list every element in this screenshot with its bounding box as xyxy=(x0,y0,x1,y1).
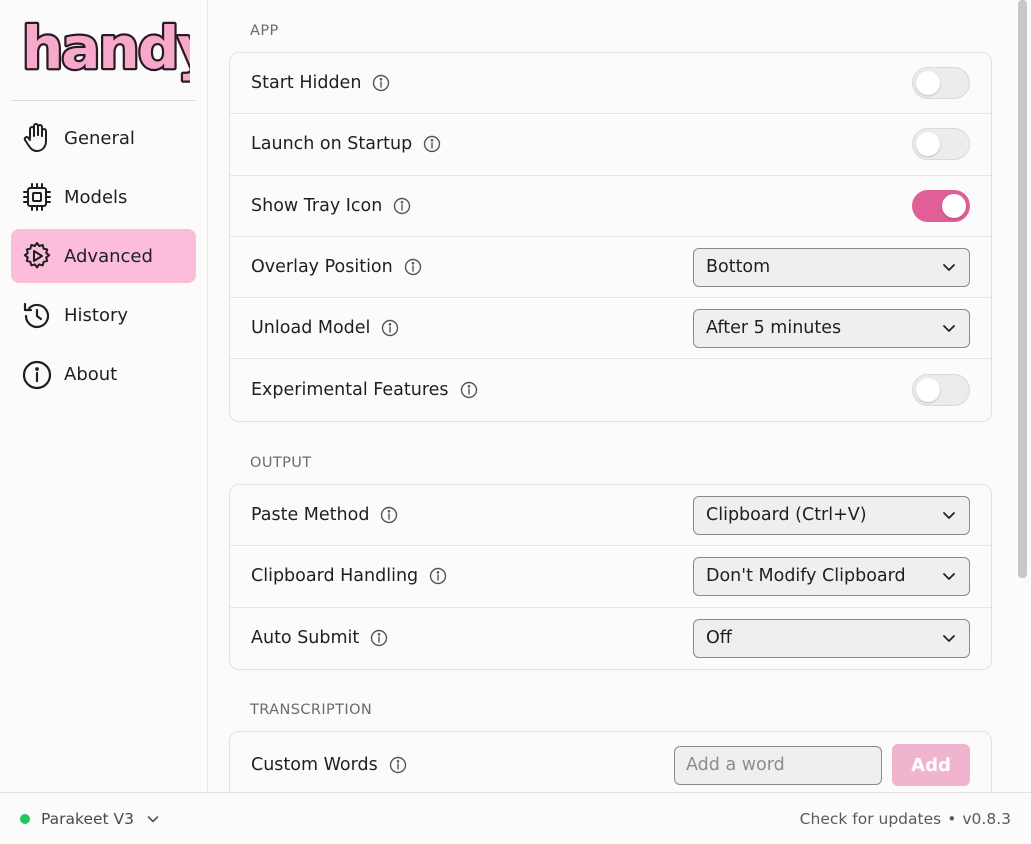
sidebar-item-about[interactable]: About xyxy=(11,348,196,402)
launch-on-startup-toggle[interactable] xyxy=(912,128,970,161)
footer-bar: Parakeet V3 Check for updates • v0.8.3 xyxy=(0,792,1031,844)
info-icon[interactable] xyxy=(392,196,412,216)
select-value: Clipboard (Ctrl+V) xyxy=(706,505,867,526)
chevron-down-icon xyxy=(941,507,957,523)
app-version: v0.8.3 xyxy=(962,809,1011,828)
setting-label: Show Tray Icon xyxy=(251,195,383,216)
info-icon[interactable] xyxy=(369,628,389,648)
toggle-knob xyxy=(942,193,966,218)
setting-auto-submit: Auto Submit Off xyxy=(230,608,991,669)
chevron-down-icon xyxy=(941,320,957,336)
section-title-app: APP xyxy=(250,23,279,39)
info-icon[interactable] xyxy=(380,318,400,338)
select-value: After 5 minutes xyxy=(706,318,842,339)
toggle-knob xyxy=(916,71,940,96)
setting-unload-model: Unload Model After 5 minutes xyxy=(230,298,991,360)
unload-model-select[interactable]: After 5 minutes xyxy=(693,308,970,348)
sidebar-item-label: General xyxy=(64,127,135,149)
info-icon[interactable] xyxy=(428,566,448,586)
footer-separator: • xyxy=(947,809,957,828)
setting-label: Overlay Position xyxy=(251,257,393,278)
setting-overlay-position: Overlay Position Bottom xyxy=(230,237,991,299)
chevron-down-icon xyxy=(941,259,957,275)
info-icon[interactable] xyxy=(379,505,399,525)
sidebar: handy General Mod xyxy=(0,0,208,792)
setting-label: Custom Words xyxy=(251,755,378,775)
setting-experimental-features: Experimental Features xyxy=(230,359,991,420)
gear-play-icon xyxy=(21,240,53,272)
setting-start-hidden: Start Hidden xyxy=(230,53,991,115)
select-value: Off xyxy=(706,628,732,649)
experimental-features-toggle[interactable] xyxy=(912,374,970,407)
sidebar-item-label: History xyxy=(64,305,129,327)
setting-label: Clipboard Handling xyxy=(251,566,419,587)
svg-text:handy: handy xyxy=(22,14,190,82)
sidebar-item-general[interactable]: General xyxy=(11,111,196,165)
start-hidden-toggle[interactable] xyxy=(912,67,970,100)
toggle-knob xyxy=(916,132,940,157)
add-word-button[interactable]: Add xyxy=(892,744,970,786)
hand-icon xyxy=(21,122,53,154)
select-value: Don't Modify Clipboard xyxy=(706,566,906,587)
chevron-down-icon xyxy=(941,568,957,584)
select-value: Bottom xyxy=(706,257,771,278)
scrollbar-thumb[interactable] xyxy=(1018,0,1027,578)
overlay-position-select[interactable]: Bottom xyxy=(693,247,970,287)
setting-label: Launch on Startup xyxy=(251,134,413,155)
setting-clipboard-handling: Clipboard Handling Don't Modify Clipboar… xyxy=(230,546,991,608)
info-icon[interactable] xyxy=(422,134,442,154)
chip-icon xyxy=(21,181,53,213)
app-logo: handy xyxy=(18,12,190,88)
setting-launch-on-startup: Launch on Startup xyxy=(230,114,991,176)
info-icon xyxy=(21,359,53,391)
sidebar-item-label: Advanced xyxy=(64,245,153,267)
sidebar-nav: General Models Advanced History About xyxy=(11,111,196,407)
show-tray-icon-toggle[interactable] xyxy=(912,189,970,222)
info-icon[interactable] xyxy=(371,73,391,93)
chevron-down-icon[interactable] xyxy=(146,812,160,826)
section-title-transcription: TRANSCRIPTION xyxy=(250,702,373,718)
history-icon xyxy=(21,300,53,332)
setting-label: Experimental Features xyxy=(251,380,449,401)
setting-label: Unload Model xyxy=(251,318,371,339)
paste-method-select[interactable]: Clipboard (Ctrl+V) xyxy=(693,495,970,535)
clipboard-handling-select[interactable]: Don't Modify Clipboard xyxy=(693,556,970,596)
app-settings-card: Start Hidden Launch on Startup Show Tray… xyxy=(229,52,992,422)
info-icon[interactable] xyxy=(388,755,408,775)
sidebar-item-history[interactable]: History xyxy=(11,289,196,343)
check-updates-link[interactable]: Check for updates xyxy=(800,810,942,828)
output-settings-card: Paste Method Clipboard (Ctrl+V) Clipboar… xyxy=(229,484,992,670)
section-title-output: OUTPUT xyxy=(250,455,312,471)
transcription-settings-card: Custom Words Add xyxy=(229,731,992,792)
setting-label: Paste Method xyxy=(251,505,370,526)
footer-right: Check for updates • v0.8.3 xyxy=(800,810,1011,828)
info-icon[interactable] xyxy=(459,380,479,400)
settings-content: APP Start Hidden Launch on Startup Show … xyxy=(209,0,1017,792)
sidebar-divider xyxy=(11,100,196,101)
sidebar-item-models[interactable]: Models xyxy=(11,170,196,224)
setting-paste-method: Paste Method Clipboard (Ctrl+V) xyxy=(230,485,991,547)
setting-show-tray-icon: Show Tray Icon xyxy=(230,176,991,237)
setting-custom-words: Custom Words Add xyxy=(230,732,991,792)
custom-word-input[interactable] xyxy=(674,745,882,785)
model-status-indicator xyxy=(20,813,30,824)
toggle-knob xyxy=(916,378,940,403)
info-icon[interactable] xyxy=(403,257,423,277)
chevron-down-icon xyxy=(941,630,957,646)
sidebar-item-label: Models xyxy=(64,186,128,208)
setting-label: Start Hidden xyxy=(251,73,362,94)
current-model-name[interactable]: Parakeet V3 xyxy=(41,810,134,828)
auto-submit-select[interactable]: Off xyxy=(693,618,970,658)
sidebar-item-label: About xyxy=(64,364,118,386)
sidebar-item-advanced[interactable]: Advanced xyxy=(11,229,196,284)
setting-label: Auto Submit xyxy=(251,628,360,649)
